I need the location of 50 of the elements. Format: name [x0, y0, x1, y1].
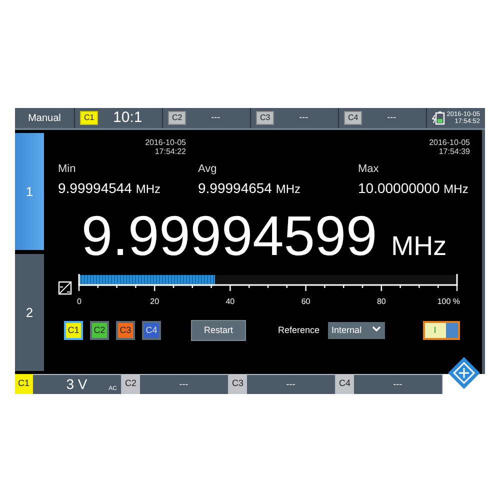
- stat-value: 9.99994544: [58, 180, 132, 196]
- stat-date: 2016-10-05: [428, 138, 470, 148]
- channel-field[interactable]: ---: [140, 375, 228, 394]
- reference-select[interactable]: Internal: [328, 322, 385, 340]
- channel-value: ---: [386, 111, 398, 124]
- logo-icon: [447, 356, 481, 390]
- channel-tag: C1: [15, 374, 33, 394]
- channel-tag: C4: [344, 111, 362, 125]
- channel-field[interactable]: ---: [246, 375, 335, 394]
- frequency-reading: 9.99994599: [81, 205, 378, 267]
- unit-label: MHz: [391, 230, 447, 264]
- chevron-icon: [372, 324, 381, 333]
- unit-label: MHz: [136, 182, 161, 196]
- channel-value: ---: [210, 111, 222, 124]
- reference-label: Reference: [278, 324, 320, 337]
- stat-date: 2016-10-05: [144, 138, 186, 148]
- stat-time: 17:54:22: [154, 147, 186, 156]
- side-tab[interactable]: 2: [15, 254, 44, 371]
- source-button[interactable]: C4: [142, 321, 161, 340]
- tick-label: 40: [226, 296, 235, 306]
- stat-label: Min: [58, 163, 76, 176]
- source-button[interactable]: C3: [116, 321, 135, 340]
- stat-label: Avg: [198, 163, 217, 175]
- stat-time: 17:54:39: [438, 147, 470, 156]
- unit-label: MHz: [444, 182, 468, 196]
- battery-icon: [432, 111, 446, 125]
- channel-tag: C1: [80, 111, 98, 125]
- tick-label: 100 %: [437, 296, 460, 306]
- restart-button[interactable]: Restart: [191, 320, 246, 342]
- gate-icon: [58, 280, 72, 295]
- channel-value: ---: [298, 111, 310, 124]
- channel-field[interactable]: ---: [354, 375, 442, 394]
- channel-value: 10:1: [112, 108, 144, 128]
- toggle-switch[interactable]: I: [422, 321, 460, 340]
- channel-tag: C3: [229, 374, 247, 394]
- tick-label: 0: [77, 296, 82, 306]
- tick-label: 20: [150, 296, 160, 306]
- mode-label[interactable]: Manual: [28, 110, 61, 126]
- source-button[interactable]: C1: [64, 321, 83, 340]
- source-button[interactable]: C2: [90, 321, 109, 340]
- stat-value: 10.00000000: [358, 180, 440, 196]
- stat-label: Max: [358, 163, 379, 176]
- tick-label: 60: [301, 296, 310, 306]
- channel-tag: C3: [256, 111, 274, 125]
- tick-label: 80: [376, 296, 386, 306]
- channel-tag: C4: [336, 374, 354, 394]
- channel-tag: C2: [122, 374, 140, 394]
- channel-tag: C2: [168, 111, 186, 125]
- stat-value: 9.99994654: [198, 180, 272, 196]
- unit-label: MHz: [276, 182, 301, 196]
